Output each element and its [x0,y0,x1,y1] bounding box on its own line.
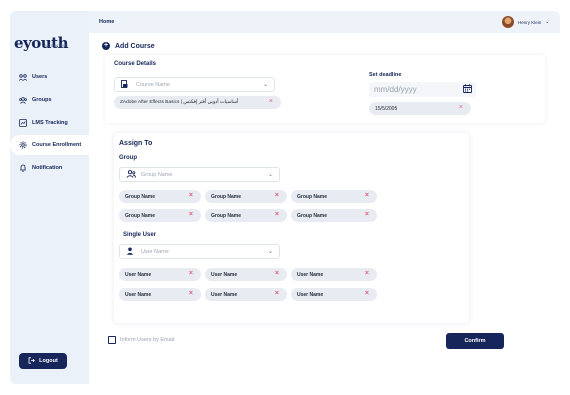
close-icon[interactable]: × [365,290,369,297]
breadcrumb-home[interactable]: Home [99,19,114,25]
course-select-placeholder: Course Name [136,81,170,88]
close-icon[interactable]: × [275,290,279,297]
groups-icon [19,96,27,104]
group-chip-label: Group Name [211,212,242,219]
group-chip: Group Name × [205,209,287,222]
sidebar-item-label: Groups [32,97,52,103]
course-details-title: Course Details [114,61,157,67]
single-user-title: Single User [123,232,157,238]
close-icon[interactable]: × [365,270,369,277]
group-chip-label: Group Name [297,193,328,200]
group-chip-label: Group Name [297,212,328,219]
plus-icon: + [102,42,110,50]
sidebar-item-groups[interactable]: Groups [10,90,89,110]
group-chip: Group Name × [291,209,377,222]
user-chip: User Name × [119,288,201,301]
group-chip-label: Group Name [125,212,156,219]
user-chip: User Name × [119,268,201,281]
user-chip: User Name × [205,268,287,281]
user-chip: User Name × [205,288,287,301]
confirm-button[interactable]: Confirm [446,333,504,349]
close-icon[interactable]: × [189,211,193,218]
chevron-down-icon: ⌄ [267,249,273,255]
group-chip: Group Name × [119,209,201,222]
user-chip: User Name × [291,288,377,301]
selected-course-chip: ZAdobe After Effects Basics | أساسيات أد… [114,96,281,109]
avatar [502,16,514,28]
chevron-down-icon: ⌄ [262,82,268,88]
user-icon [126,247,135,257]
brand-logo-sub: BUSINESS [44,43,69,48]
user-chip-label: User Name [297,271,324,278]
sidebar-item-notification[interactable]: Notification [10,158,89,178]
inform-users-row[interactable]: Inform Users by Email [108,336,174,344]
close-icon[interactable]: × [189,270,193,277]
chevron-down-icon: ⌄ [267,172,273,178]
group-select-placeholder: Group Name [141,171,173,178]
user-chip-label: User Name [125,291,152,298]
bell-icon [19,164,27,172]
sidebar-item-label: LMS Tracking [32,120,68,126]
group-chip: Group Name × [205,190,287,203]
user-chip-label: User Name [297,291,324,298]
deadline-placeholder: mm/dd/yyyy [374,85,417,94]
close-icon[interactable]: × [189,290,193,297]
sidebar-item-label: Notification [32,165,63,171]
user-name: Henry Klein [518,19,542,25]
sidebar-item-course-enrollment[interactable]: Course Enrollment [10,135,89,155]
groups-icon [126,169,137,180]
selected-course-label: ZAdobe After Effects Basics | أساسيات أد… [120,100,239,105]
deadline-date-input[interactable]: mm/dd/yyyy [369,82,476,97]
group-select[interactable]: Group Name ⌄ [119,167,280,182]
users-icon [19,73,27,81]
selected-date-label: 15/5/2005 [375,105,398,112]
close-icon[interactable]: × [275,211,279,218]
close-icon[interactable]: × [365,211,369,218]
user-chip-label: User Name [211,291,238,298]
tracking-icon [19,119,27,127]
page-title: + Add Course [102,42,155,50]
close-icon[interactable]: × [459,104,463,111]
user-chip: User Name × [291,268,377,281]
group-chip-label: Group Name [125,193,156,200]
user-chip-label: User Name [125,271,152,278]
selected-date-chip: 15/5/2005 × [369,102,471,115]
group-chip: Group Name × [291,190,377,203]
group-title: Group [119,155,137,161]
user-select-placeholder: User Name [141,248,169,255]
gear-icon [19,141,27,149]
close-icon[interactable]: × [269,98,273,105]
deadline-title: Set deadline [369,72,402,78]
group-chip: Group Name × [119,190,201,203]
chevron-down-icon: ⌄ [545,19,550,25]
user-chip-label: User Name [211,271,238,278]
inform-users-checkbox[interactable] [108,336,116,344]
calendar-icon[interactable] [463,84,472,95]
close-icon[interactable]: × [365,192,369,199]
logout-button[interactable]: Logout [19,353,67,369]
close-icon[interactable]: × [275,192,279,199]
course-icon [121,79,130,90]
close-icon[interactable]: × [189,192,193,199]
sidebar-item-label: Course Enrollment [32,142,82,148]
course-select[interactable]: Course Name ⌄ [114,77,275,92]
close-icon[interactable]: × [275,270,279,277]
logout-label: Logout [39,358,58,364]
assign-title: Assign To [119,140,153,147]
logout-icon [28,356,36,366]
page-title-text: Add Course [115,42,155,50]
sidebar-item-label: Users [32,74,48,80]
sidebar-item-users[interactable]: Users [10,67,89,87]
group-chip-label: Group Name [211,193,242,200]
inform-users-label: Inform Users by Email [120,337,175,343]
user-menu[interactable]: Henry Klein ⌄ [502,16,549,28]
sidebar-item-lms-tracking[interactable]: LMS Tracking [10,113,89,133]
user-select[interactable]: User Name ⌄ [119,244,280,259]
